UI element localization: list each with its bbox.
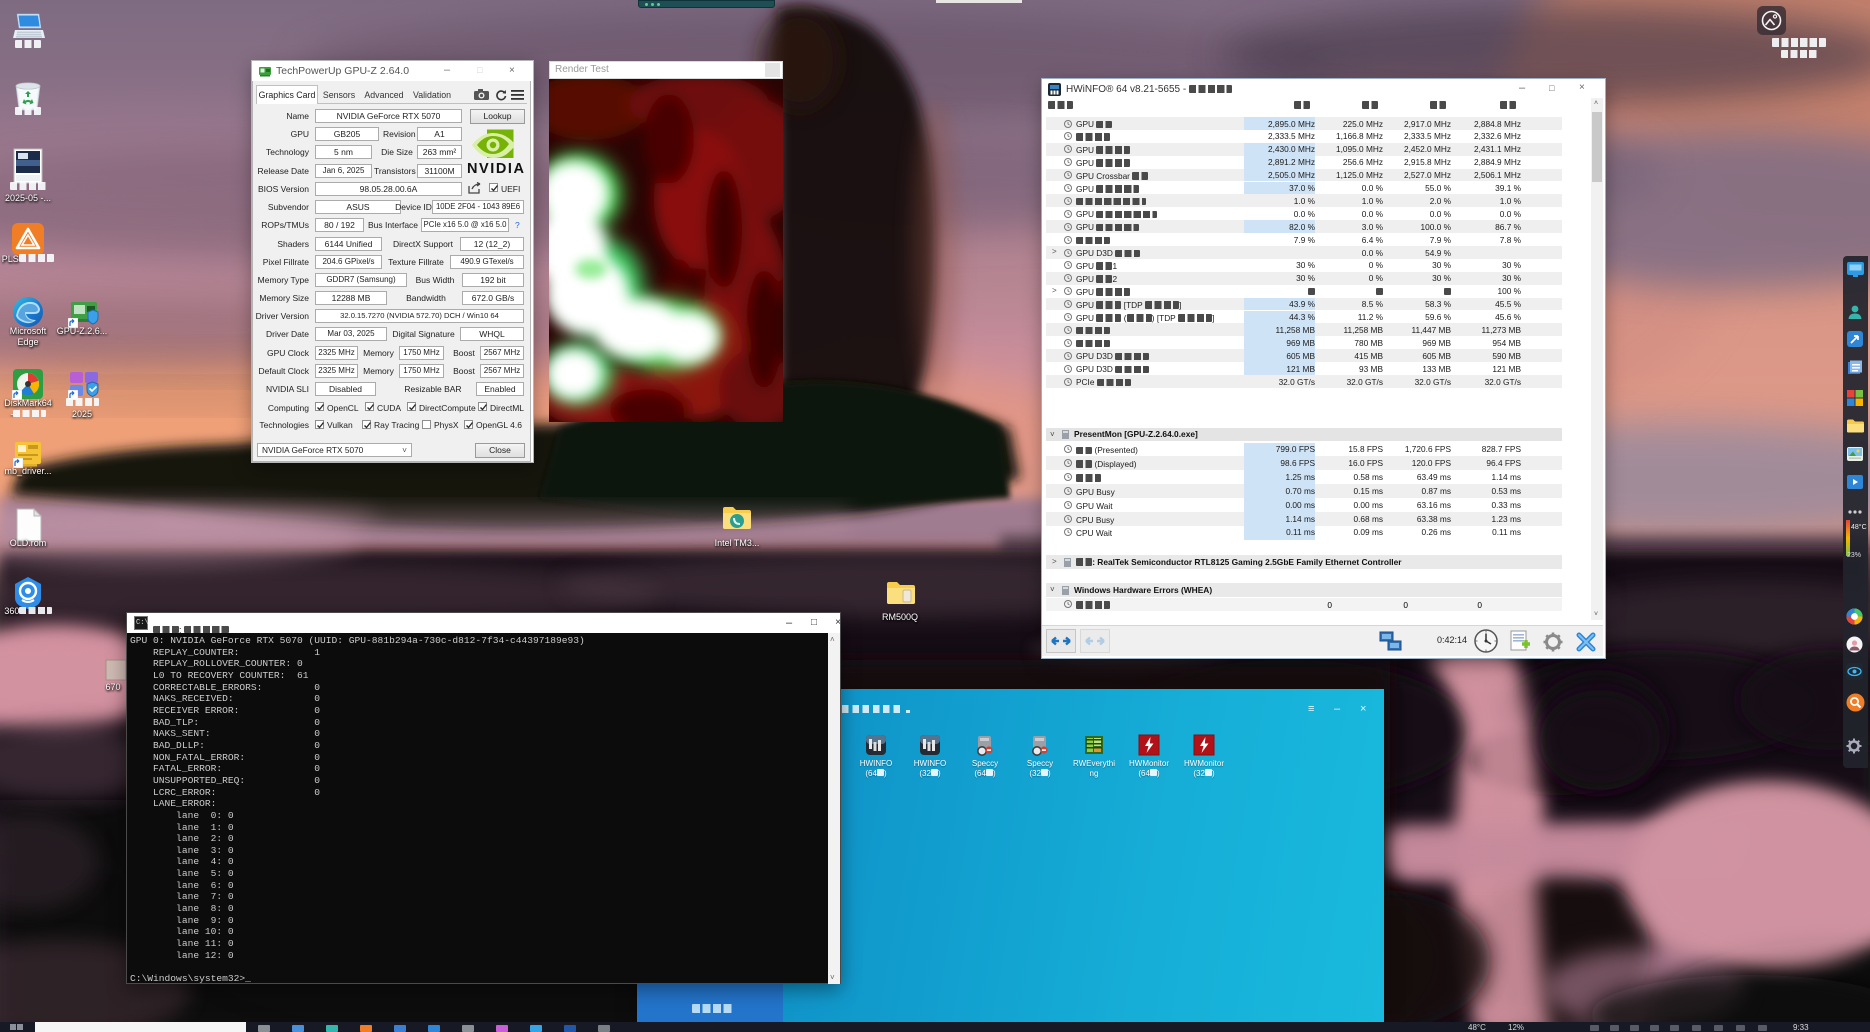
svg-text:NVIDIA: NVIDIA [467,161,525,177]
